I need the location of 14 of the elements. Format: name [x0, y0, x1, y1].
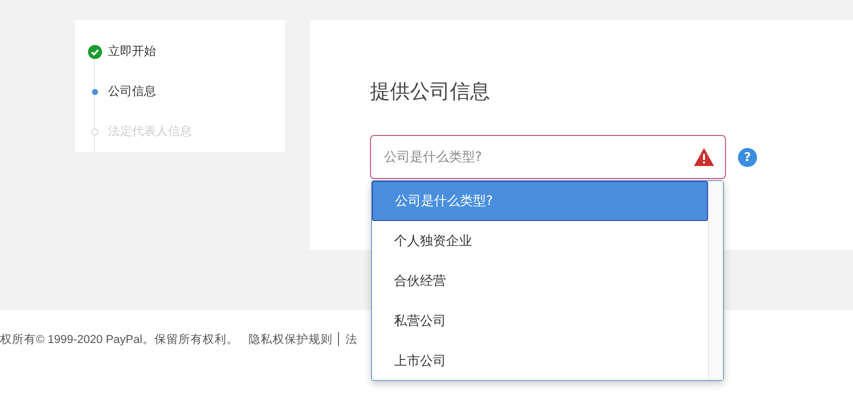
- dropdown-option[interactable]: 私营公司: [372, 301, 708, 341]
- select-placeholder: 公司是什么类型?: [384, 149, 482, 166]
- footer-link[interactable]: 隐私权保护规则: [248, 332, 332, 346]
- dropdown-option[interactable]: 合伙经营: [372, 261, 708, 301]
- dropdown-option[interactable]: 上市公司: [372, 341, 708, 381]
- footer-link[interactable]: 法: [345, 332, 358, 346]
- dropdown-option[interactable]: 个人独资企业: [372, 221, 708, 261]
- form-title: 提供公司信息: [370, 78, 491, 105]
- scrollbar[interactable]: [708, 181, 723, 380]
- copyright-text: 权所有© 1999-2020 PayPal。保留所有权利。: [0, 332, 238, 346]
- step-label: 立即开始: [108, 43, 156, 60]
- type-select[interactable]: 公司是什么类型?: [370, 135, 726, 179]
- step-label: 公司信息: [108, 83, 156, 100]
- warning-icon: [693, 147, 715, 167]
